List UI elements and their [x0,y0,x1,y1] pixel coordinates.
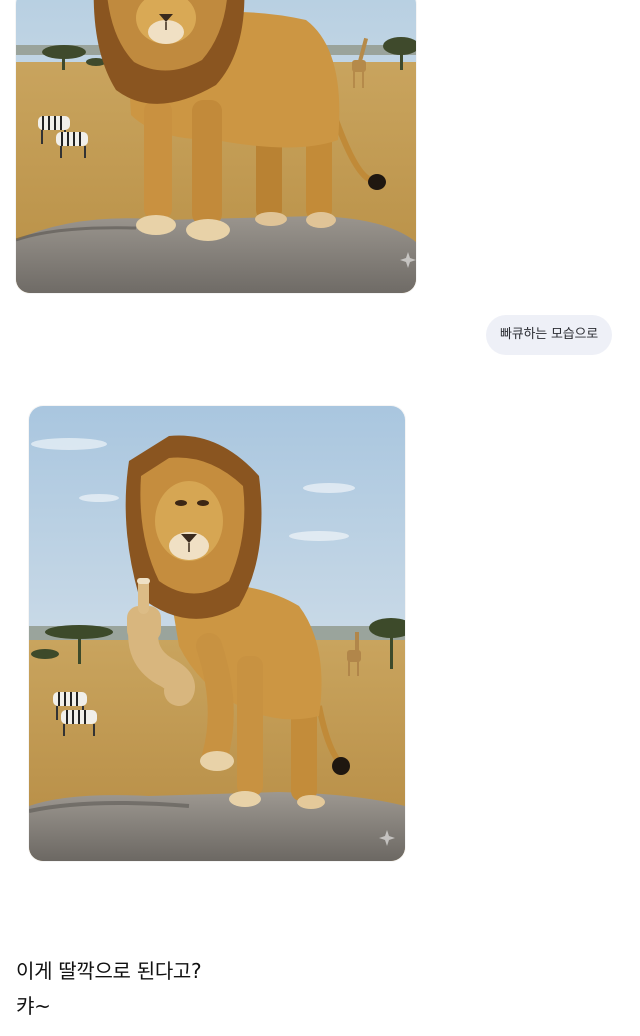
caption-line-2: 캬~ [16,994,51,1018]
generated-image-lion-standing[interactable] [16,0,416,293]
user-message-bubble: 빠큐하는 모습으로 [486,315,612,355]
lion-middle-finger-illustration [29,406,405,861]
lion-standing-illustration [16,0,416,293]
caption-line-1: 이게 딸깍으로 된다고? [16,959,202,983]
generated-image-lion-middle-finger[interactable] [29,406,405,861]
chat-page: 빠큐하는 모습으로 이게 딸깍으로 된다고? 캬~ [0,0,640,1036]
